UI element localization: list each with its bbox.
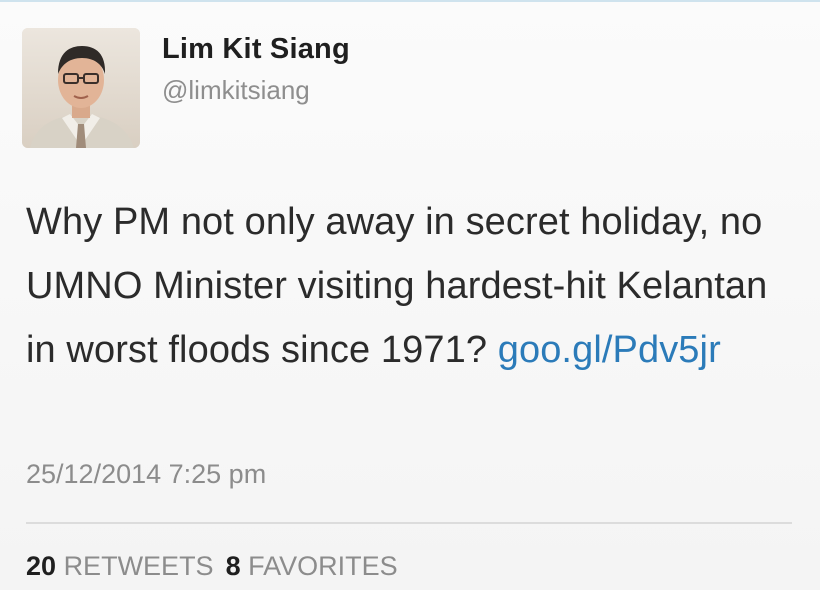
author-identity: Lim Kit Siang @limkitsiang bbox=[162, 32, 350, 106]
tweet-header: Lim Kit Siang @limkitsiang bbox=[22, 28, 350, 150]
favorites-stat[interactable]: 8 FAVORITES bbox=[226, 551, 398, 581]
retweets-label: RETWEETS bbox=[63, 551, 214, 581]
tweet-timestamp[interactable]: 25/12/2014 7:25 pm bbox=[26, 457, 266, 491]
divider bbox=[26, 522, 792, 524]
avatar-image bbox=[22, 28, 140, 148]
retweets-stat[interactable]: 20 RETWEETS bbox=[26, 551, 214, 581]
tweet-link[interactable]: goo.gl/Pdv5jr bbox=[498, 329, 721, 371]
avatar[interactable] bbox=[22, 28, 140, 148]
retweets-count: 20 bbox=[26, 551, 57, 581]
tweet-stats: 20 RETWEETS 8 FAVORITES bbox=[26, 549, 398, 583]
favorites-label: FAVORITES bbox=[248, 551, 398, 581]
author-handle[interactable]: @limkitsiang bbox=[162, 74, 350, 106]
tweet-text: Why PM not only away in secret holiday, … bbox=[26, 190, 786, 382]
favorites-count: 8 bbox=[225, 551, 241, 581]
tweet-card: Lim Kit Siang @limkitsiang Why PM not on… bbox=[0, 0, 820, 590]
author-display-name[interactable]: Lim Kit Siang bbox=[162, 32, 350, 66]
